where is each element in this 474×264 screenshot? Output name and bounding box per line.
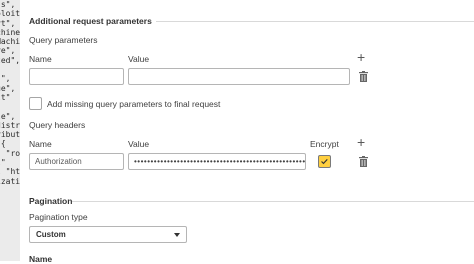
query-param-value-column-label: Value — [128, 54, 150, 64]
query-param-name-input[interactable] — [29, 68, 124, 85]
code-line: re", — [0, 46, 16, 56]
code-line: le", — [0, 111, 16, 121]
section-title-pagination: Pagination — [29, 196, 73, 206]
code-line: ribut — [0, 130, 20, 140]
add-missing-query-params-label: Add missing query parameters to final re… — [47, 99, 221, 109]
code-line: "s", — [0, 0, 16, 9]
code-line: l "ht — [0, 167, 20, 177]
add-query-header-plus-icon[interactable]: + — [357, 135, 365, 149]
query-header-value-input[interactable]: ••••••••••••••••••••••••••••••••••••••••… — [128, 153, 306, 170]
code-line: ue", — [0, 83, 16, 93]
query-header-value-column-label: Value — [128, 139, 150, 149]
code-line: zed", — [0, 55, 20, 65]
code-line: lt" — [0, 92, 11, 102]
query-header-encrypt-checkbox[interactable] — [318, 155, 331, 168]
section-title-additional-request-parameters: Additional request parameters — [29, 16, 152, 26]
checkmark-icon — [321, 158, 328, 165]
query-header-encrypt-column-label: Encrypt — [310, 139, 339, 149]
add-query-parameter-plus-icon[interactable]: + — [357, 50, 365, 64]
query-header-name-input[interactable]: Authorization — [29, 153, 124, 170]
add-missing-query-params-checkbox[interactable] — [29, 97, 42, 110]
code-line: "{ — [0, 139, 6, 149]
delete-query-header-trash-icon[interactable] — [359, 156, 368, 167]
section-divider — [72, 201, 474, 202]
code-line: chine — [0, 27, 20, 37]
pagination-name-label: Name — [29, 254, 53, 264]
code-line: s", — [0, 74, 11, 84]
query-param-name-column-label: Name — [29, 54, 52, 64]
caret-down-icon — [174, 233, 180, 237]
code-line: distr — [0, 120, 20, 130]
code-line: oloit — [0, 9, 20, 19]
query-header-name-column-label: Name — [29, 139, 52, 149]
section-divider — [156, 21, 474, 22]
code-line: Machi — [0, 37, 20, 47]
code-line: izati — [0, 176, 20, 186]
pagination-type-selected-value: Custom — [36, 230, 66, 239]
query-param-value-input[interactable] — [128, 68, 350, 85]
code-line: rt", — [0, 18, 16, 28]
pagination-type-label: Pagination type — [29, 212, 88, 222]
pagination-type-select[interactable]: Custom — [29, 226, 187, 243]
code-line: l" — [0, 158, 6, 168]
background-code-window: "s",oloitrt",chineMachire",zed", s",ue",… — [0, 0, 20, 261]
delete-query-parameter-trash-icon[interactable] — [359, 71, 368, 82]
settings-panel: Additional request parameters Query para… — [20, 0, 474, 264]
query-headers-label: Query headers — [29, 120, 86, 130]
query-parameters-label: Query parameters — [29, 35, 98, 45]
code-line: ) "ro — [0, 148, 20, 158]
